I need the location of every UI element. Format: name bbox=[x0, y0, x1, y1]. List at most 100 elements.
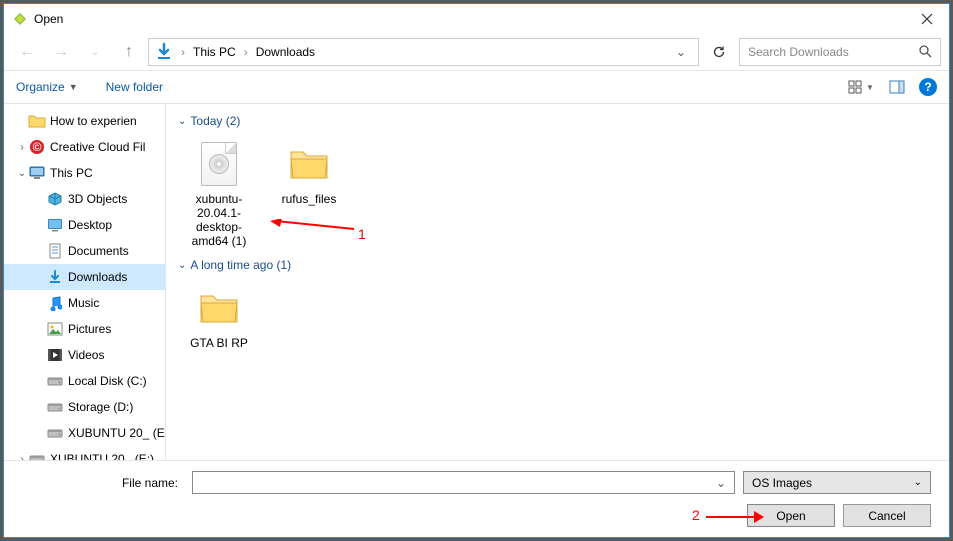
view-options-button[interactable]: ▼ bbox=[847, 75, 875, 99]
app-icon bbox=[12, 11, 28, 27]
file-item-label: GTA BI RP bbox=[190, 336, 248, 350]
organize-menu[interactable]: Organize ▼ bbox=[16, 80, 78, 94]
drive-icon bbox=[46, 424, 64, 442]
group-header[interactable]: ⌄ A long time ago (1) bbox=[174, 252, 941, 280]
tree-item-label: Desktop bbox=[68, 218, 112, 232]
dialog-footer: File name: ⌄ OS Images ⌄ Open Cancel bbox=[4, 460, 949, 537]
tree-item-label: How to experien bbox=[50, 114, 137, 128]
chevron-down-icon: ⌄ bbox=[178, 116, 186, 127]
pictures-icon bbox=[46, 320, 64, 338]
tree-item[interactable]: ›XUBUNTU 20_ (E:) bbox=[4, 446, 165, 460]
tree-item-label: Creative Cloud Fil bbox=[50, 140, 145, 154]
tree-item-label: Documents bbox=[68, 244, 129, 258]
tree-item-label: XUBUNTU 20_ (E:) bbox=[50, 452, 154, 460]
address-dropdown[interactable]: ⌄ bbox=[668, 45, 694, 59]
search-icon[interactable] bbox=[918, 44, 932, 61]
recent-locations-button[interactable]: ⌄ bbox=[80, 38, 110, 66]
videos-icon bbox=[46, 346, 64, 364]
tree-item[interactable]: Storage (D:) bbox=[4, 394, 165, 420]
tree-item[interactable]: Downloads bbox=[4, 264, 165, 290]
cancel-button[interactable]: Cancel bbox=[843, 504, 931, 527]
breadcrumb-downloads[interactable]: Downloads bbox=[250, 39, 321, 65]
cc-icon: © bbox=[28, 138, 46, 156]
window-title: Open bbox=[34, 12, 904, 26]
tree-item[interactable]: Videos bbox=[4, 342, 165, 368]
svg-text:©: © bbox=[33, 140, 42, 154]
chevron-down-icon: ⌄ bbox=[178, 260, 186, 271]
tree-item[interactable]: Documents bbox=[4, 238, 165, 264]
tree-item[interactable]: Music bbox=[4, 290, 165, 316]
file-item[interactable]: rufus_files bbox=[264, 136, 354, 210]
chevron-right-icon: › bbox=[242, 45, 250, 59]
help-button[interactable]: ? bbox=[919, 78, 937, 96]
docs-icon bbox=[46, 242, 64, 260]
tree-item[interactable]: 3D Objects bbox=[4, 186, 165, 212]
chevron-down-icon: ▼ bbox=[69, 82, 78, 92]
tree-item[interactable]: XUBUNTU 20_ (E bbox=[4, 420, 165, 446]
desktop-icon bbox=[46, 216, 64, 234]
search-input[interactable] bbox=[748, 45, 918, 59]
tree-item-label: Videos bbox=[68, 348, 104, 362]
new-folder-button[interactable]: New folder bbox=[106, 80, 163, 94]
group-header[interactable]: ⌄ Today (2) bbox=[174, 108, 941, 136]
file-item-label: rufus_files bbox=[282, 192, 337, 206]
folder-icon bbox=[28, 112, 46, 130]
open-dialog: Open ← → ⌄ ↑ › This PC › Downloads ⌄ bbox=[3, 3, 950, 538]
3d-icon bbox=[46, 190, 64, 208]
tree-item-label: Storage (D:) bbox=[68, 400, 133, 414]
group-items: xubuntu-20.04.1-desktop-amd64 (1) rufus_f… bbox=[174, 136, 941, 252]
tree-item[interactable]: › © Creative Cloud Fil bbox=[4, 134, 165, 160]
tree-item-label: Pictures bbox=[68, 322, 111, 336]
chevron-right-icon: › bbox=[179, 45, 187, 59]
tree-item[interactable]: ⌄ This PC bbox=[4, 160, 165, 186]
close-button[interactable] bbox=[904, 4, 949, 34]
search-box[interactable] bbox=[739, 38, 941, 66]
back-button[interactable]: ← bbox=[12, 38, 42, 66]
tree-item-label: Downloads bbox=[68, 270, 127, 284]
drive-icon bbox=[46, 372, 64, 390]
address-bar[interactable]: › This PC › Downloads ⌄ bbox=[148, 38, 699, 66]
up-button[interactable]: ↑ bbox=[114, 38, 144, 66]
group-title: Today (2) bbox=[190, 114, 240, 128]
tree-item[interactable]: Desktop bbox=[4, 212, 165, 238]
tree-item[interactable]: Local Disk (C:) bbox=[4, 368, 165, 394]
file-name-combobox[interactable]: ⌄ bbox=[192, 471, 735, 494]
file-name-label: File name: bbox=[22, 476, 184, 490]
iso-file-icon bbox=[201, 142, 237, 186]
navigation-pane: How to experien › © Creative Cloud Fil ⌄ This… bbox=[4, 104, 166, 460]
preview-pane-button[interactable] bbox=[883, 75, 911, 99]
tree-item[interactable]: How to experien bbox=[4, 108, 165, 134]
twisty-icon: ⌄ bbox=[16, 168, 28, 179]
breadcrumb-this-pc[interactable]: This PC bbox=[187, 39, 242, 65]
titlebar: Open bbox=[4, 4, 949, 34]
downloads-location-icon bbox=[153, 41, 175, 63]
file-type-filter[interactable]: OS Images ⌄ bbox=[743, 471, 931, 494]
tree-item-label: Local Disk (C:) bbox=[68, 374, 147, 388]
tree-item-label: This PC bbox=[50, 166, 93, 180]
file-name-dropdown[interactable]: ⌄ bbox=[712, 476, 730, 490]
tree-item[interactable]: Pictures bbox=[4, 316, 165, 342]
pc-icon bbox=[28, 164, 46, 182]
file-list: ⌄ Today (2) xubuntu-20.04.1-desktop-amd64 … bbox=[166, 104, 949, 460]
drive-icon bbox=[46, 398, 64, 416]
music-icon bbox=[46, 294, 64, 312]
file-item[interactable]: GTA BI RP bbox=[174, 280, 264, 354]
group-title: A long time ago (1) bbox=[190, 258, 291, 272]
folder-icon bbox=[199, 290, 239, 326]
tree-item-label: XUBUNTU 20_ (E bbox=[68, 426, 165, 440]
chevron-down-icon: ⌄ bbox=[914, 477, 922, 488]
group-items: GTA BI RP bbox=[174, 280, 941, 354]
folder-icon bbox=[289, 146, 329, 182]
open-button[interactable]: Open bbox=[747, 504, 835, 527]
downloads-icon bbox=[46, 268, 64, 286]
navbar: ← → ⌄ ↑ › This PC › Downloads ⌄ bbox=[4, 34, 949, 70]
twisty-icon: › bbox=[16, 142, 28, 153]
file-item[interactable]: xubuntu-20.04.1-desktop-amd64 (1) bbox=[174, 136, 264, 252]
file-item-label: xubuntu-20.04.1-desktop-amd64 (1) bbox=[178, 192, 260, 248]
tree-item-label: 3D Objects bbox=[68, 192, 127, 206]
toolbar: Organize ▼ New folder ▼ ? bbox=[4, 70, 949, 104]
refresh-button[interactable] bbox=[703, 38, 735, 66]
drive-icon bbox=[28, 450, 46, 460]
forward-button[interactable]: → bbox=[46, 38, 76, 66]
file-name-input[interactable] bbox=[197, 476, 712, 490]
